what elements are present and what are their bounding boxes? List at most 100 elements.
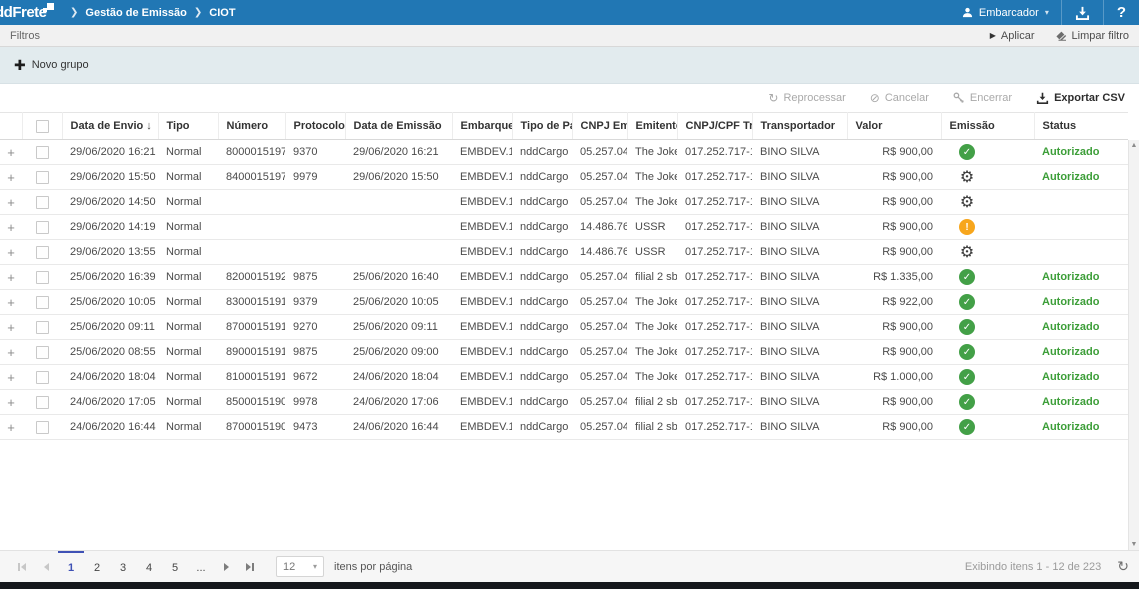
expand-row-icon[interactable]: +	[7, 145, 15, 160]
expand-row-icon[interactable]: +	[7, 370, 15, 385]
table-row[interactable]: + 25/06/2020 08:55 Normal 89000151911 98…	[0, 340, 1128, 365]
apply-filter-button[interactable]: ▶ Aplicar	[990, 30, 1035, 42]
row-checkbox[interactable]	[36, 196, 49, 209]
expand-row-icon[interactable]: +	[7, 220, 15, 235]
cell-data-de-envio: 24/06/2020 16:44	[62, 415, 158, 440]
cell-data-de-envio: 29/06/2020 14:19	[62, 215, 158, 240]
close-ciot-button[interactable]: Encerrar	[953, 92, 1012, 104]
cell-emitente: The Joker	[627, 340, 677, 365]
header-transportador[interactable]: Transportador	[752, 113, 847, 140]
page-button-1[interactable]: 1	[58, 551, 84, 582]
table-row[interactable]: + 29/06/2020 14:50 Normal EMBDEV.104857 …	[0, 190, 1128, 215]
expand-row-icon[interactable]: +	[7, 345, 15, 360]
cell-tipo: Normal	[158, 140, 218, 165]
header-status[interactable]: Status	[1034, 113, 1128, 140]
page-button-3[interactable]: 3	[110, 551, 136, 582]
first-page-button[interactable]	[10, 551, 34, 582]
header-data-de-envio[interactable]: Data de Envio↓	[62, 113, 158, 140]
page-size-select[interactable]: 12 ▾	[276, 556, 324, 577]
row-checkbox[interactable]	[36, 421, 49, 434]
reprocess-button[interactable]: ↻ Reprocessar	[768, 92, 845, 104]
expand-row-icon[interactable]: +	[7, 420, 15, 435]
header-emissao[interactable]: Emissão	[941, 113, 1034, 140]
clear-filter-button[interactable]: Limpar filtro	[1055, 30, 1129, 42]
table-row[interactable]: + 29/06/2020 16:21 Normal 80000151977 93…	[0, 140, 1128, 165]
expand-row-icon[interactable]: +	[7, 195, 15, 210]
header-data-de-emissao[interactable]: Data de Emissão	[345, 113, 452, 140]
cell-cnpj-cpf-transportador: 017.252.717-10	[677, 340, 752, 365]
page-button-5[interactable]: 5	[162, 551, 188, 582]
user-menu-button[interactable]: Embarcador ▾	[950, 0, 1061, 25]
check-circle-icon	[959, 419, 975, 435]
page-button-more[interactable]: ...	[188, 551, 214, 582]
cell-valor: R$ 1.335,00	[847, 265, 941, 290]
scroll-up-icon[interactable]: ▲	[1131, 142, 1138, 149]
previous-page-button[interactable]	[34, 551, 58, 582]
row-checkbox[interactable]	[36, 371, 49, 384]
page-button-2[interactable]: 2	[84, 551, 110, 582]
page-button-4[interactable]: 4	[136, 551, 162, 582]
header-protocolo[interactable]: Protocolo	[285, 113, 345, 140]
cell-status	[1034, 215, 1128, 240]
row-checkbox[interactable]	[36, 271, 49, 284]
next-page-button[interactable]	[214, 551, 238, 582]
cell-data-de-envio: 25/06/2020 16:39	[62, 265, 158, 290]
table-row[interactable]: + 29/06/2020 15:50 Normal 84000151975 99…	[0, 165, 1128, 190]
cell-protocolo: 9270	[285, 315, 345, 340]
pagination-info: Exibindo itens 1 - 12 de 223 ↻	[965, 551, 1129, 582]
cancel-button[interactable]: ⊘ Cancelar	[870, 92, 929, 104]
cell-numero: 83000151914	[218, 290, 285, 315]
row-checkbox[interactable]	[36, 321, 49, 334]
row-checkbox[interactable]	[36, 171, 49, 184]
header-tipo-de-pagamento[interactable]: Tipo de Paga...	[512, 113, 572, 140]
cell-tipo-de-pagamento: nddCargo	[512, 215, 572, 240]
expand-row-icon[interactable]: +	[7, 170, 15, 185]
cell-numero	[218, 215, 285, 240]
expand-row-icon[interactable]: +	[7, 270, 15, 285]
header-cnpj-emitente[interactable]: CNPJ Emite...	[572, 113, 627, 140]
last-page-button[interactable]	[238, 551, 262, 582]
header-valor[interactable]: Valor	[847, 113, 941, 140]
help-button[interactable]: ?	[1103, 0, 1139, 25]
scroll-down-icon[interactable]: ▼	[1131, 541, 1138, 548]
cell-expand: +	[0, 315, 22, 340]
expand-row-icon[interactable]: +	[7, 320, 15, 335]
table-row[interactable]: + 24/06/2020 18:04 Normal 81000151910 96…	[0, 365, 1128, 390]
row-checkbox[interactable]	[36, 246, 49, 259]
cell-tipo-de-pagamento: nddCargo	[512, 240, 572, 265]
expand-row-icon[interactable]: +	[7, 245, 15, 260]
table-row[interactable]: + 24/06/2020 17:05 Normal 85000151908 99…	[0, 390, 1128, 415]
table-row[interactable]: + 25/06/2020 09:11 Normal 87000151912 92…	[0, 315, 1128, 340]
table-row[interactable]: + 24/06/2020 16:44 Normal 87000151907 94…	[0, 415, 1128, 440]
table-row[interactable]: + 29/06/2020 13:55 Normal EMBDEV.104835 …	[0, 240, 1128, 265]
cell-tipo-de-pagamento: nddCargo	[512, 190, 572, 215]
header-embarque[interactable]: Embarque	[452, 113, 512, 140]
header-emitente[interactable]: Emitente	[627, 113, 677, 140]
header-tipo[interactable]: Tipo	[158, 113, 218, 140]
select-all-checkbox[interactable]	[36, 120, 49, 133]
cell-expand: +	[0, 140, 22, 165]
row-checkbox[interactable]	[36, 146, 49, 159]
breadcrumb-gestao-de-emissao[interactable]: Gestão de Emissão	[85, 7, 187, 19]
table-row[interactable]: + 29/06/2020 14:19 Normal EMBDEV.104855 …	[0, 215, 1128, 240]
export-csv-button[interactable]: Exportar CSV	[1036, 92, 1125, 104]
expand-row-icon[interactable]: +	[7, 395, 15, 410]
cell-data-de-emissao: 29/06/2020 16:21	[345, 140, 452, 165]
app-logo[interactable]: ddFrete	[0, 0, 58, 25]
row-checkbox[interactable]	[36, 346, 49, 359]
vertical-scrollbar[interactable]: ▲ ▼	[1128, 140, 1139, 550]
row-checkbox[interactable]	[36, 296, 49, 309]
row-checkbox[interactable]	[36, 221, 49, 234]
row-checkbox[interactable]	[36, 396, 49, 409]
expand-row-icon[interactable]: +	[7, 295, 15, 310]
header-numero[interactable]: Número	[218, 113, 285, 140]
cell-numero: 84000151975	[218, 165, 285, 190]
table-row[interactable]: + 25/06/2020 16:39 Normal 82000151924 98…	[0, 265, 1128, 290]
cell-checkbox	[22, 290, 62, 315]
download-button[interactable]	[1061, 0, 1103, 25]
breadcrumb-ciot[interactable]: CIOT	[209, 7, 235, 19]
table-row[interactable]: + 25/06/2020 10:05 Normal 83000151914 93…	[0, 290, 1128, 315]
refresh-icon[interactable]: ↻	[1117, 558, 1129, 575]
new-group-button[interactable]: ✚ Novo grupo	[14, 58, 89, 72]
header-cnpj-cpf-transportador[interactable]: CNPJ/CPF Transp...	[677, 113, 752, 140]
